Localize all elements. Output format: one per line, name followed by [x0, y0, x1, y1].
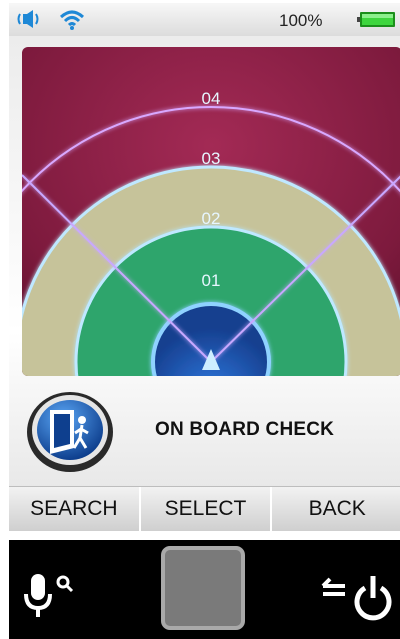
exit-door-icon[interactable]	[26, 388, 114, 472]
search-button[interactable]: SEARCH	[9, 487, 141, 531]
ring-label-04: 04	[202, 89, 221, 108]
back-button[interactable]: BACK	[272, 487, 400, 531]
distance-radar[interactable]: 04 03 02 01	[22, 47, 400, 376]
home-square-button[interactable]	[161, 546, 245, 630]
ring-label-01: 01	[202, 271, 221, 290]
status-bar: 100%	[9, 3, 400, 36]
select-button[interactable]: SELECT	[140, 487, 273, 531]
screen: 04 03 02 01 ON BOARD CHECK SEARCH SELECT…	[9, 36, 400, 531]
screen-title: ON BOARD CHECK	[155, 419, 335, 440]
ring-label-02: 02	[202, 209, 221, 228]
microphone-search-icon[interactable]	[23, 574, 83, 626]
speaker-icon	[17, 9, 41, 33]
softkey-bar: SEARCH SELECT BACK	[9, 486, 400, 531]
battery-percent: 100%	[279, 11, 323, 30]
device: 100% 04 03 02 01 ON BOARD CHECK SEARCH S…	[0, 0, 400, 639]
back-power-icon[interactable]	[317, 570, 395, 626]
ring-label-03: 03	[202, 149, 221, 168]
info-row: ON BOARD CHECK	[9, 376, 400, 476]
battery-full-icon	[357, 12, 395, 27]
hardware-button-bar	[9, 540, 400, 639]
wifi-icon	[59, 9, 85, 35]
